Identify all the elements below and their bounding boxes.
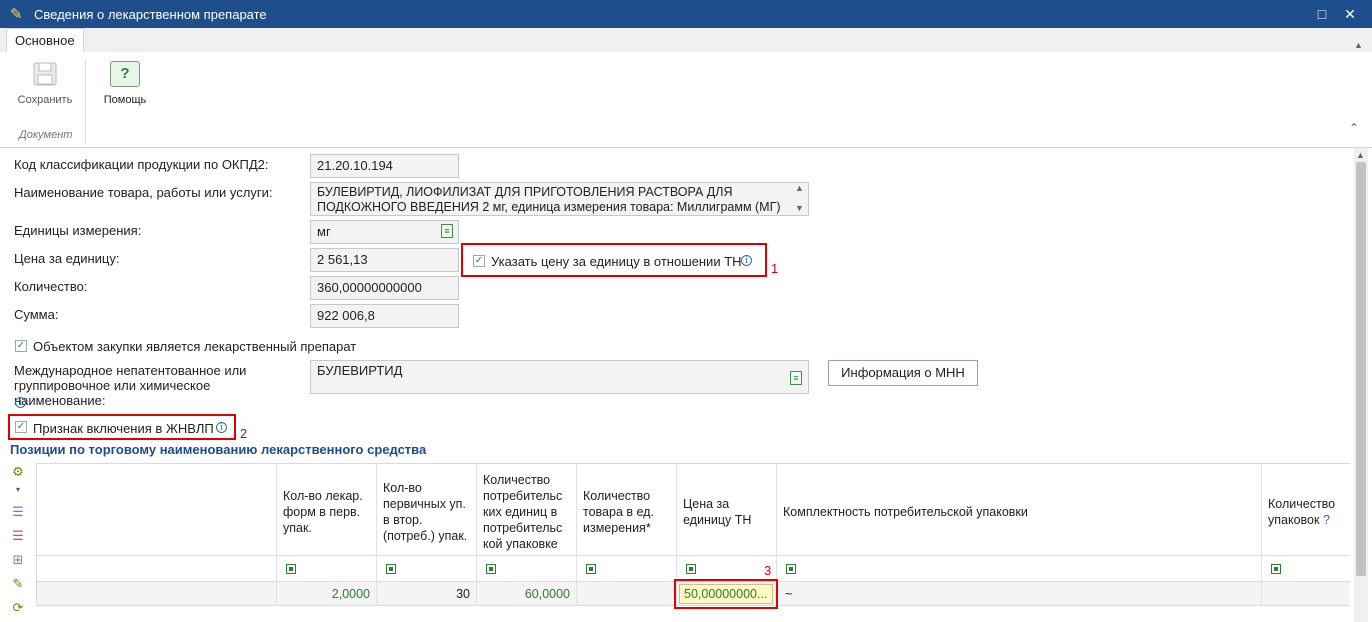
- help-button[interactable]: ? Помощь: [96, 58, 154, 110]
- info-icon[interactable]: i: [741, 255, 752, 266]
- cell-completeness[interactable]: ~: [785, 583, 792, 605]
- cell-primary-packs[interactable]: 30: [377, 583, 476, 605]
- is-drug-checkbox[interactable]: ✓: [15, 340, 27, 352]
- zhnvlp-checkbox-label: Признак включения в ЖНВЛП: [33, 421, 214, 436]
- refresh-icon[interactable]: ⟳: [9, 600, 27, 616]
- price-field[interactable]: 2 561,13: [310, 248, 459, 272]
- help-question-icon[interactable]: ?: [1323, 513, 1330, 527]
- cell-consumer-units[interactable]: 60,0000: [477, 583, 576, 605]
- filter-checkbox[interactable]: [286, 564, 296, 574]
- mnn-label: Международное непатентованное или группи…: [14, 363, 247, 408]
- unit-field[interactable]: мг: [310, 220, 459, 244]
- ribbon-collapse-icon[interactable]: ⌃: [1349, 121, 1359, 135]
- close-button[interactable]: ✕: [1340, 4, 1360, 24]
- settings-gear-icon[interactable]: ⚙: [9, 464, 27, 480]
- window-title: Сведения о лекарственном препарате: [34, 7, 267, 22]
- col-header-price-per-tn[interactable]: Цена за единицу ТН: [677, 496, 776, 528]
- table-icon[interactable]: ⊞: [9, 552, 27, 568]
- marker-2: 2: [240, 426, 248, 441]
- marker-1: 1: [771, 261, 779, 276]
- zhnvlp-checkbox[interactable]: ✓: [15, 421, 27, 433]
- col-header-packs-count[interactable]: Количество упаковок ?: [1262, 496, 1350, 528]
- group-document-label: Документ: [19, 129, 73, 141]
- maximize-button[interactable]: □: [1312, 4, 1332, 24]
- grid-col-divider: [1261, 464, 1262, 606]
- help-icon: ?: [110, 61, 140, 87]
- ribbon-separator: [85, 60, 86, 145]
- ribbon-panel: [0, 52, 1372, 148]
- highlight-box-3: [674, 579, 778, 609]
- mnn-info-button[interactable]: Информация о МНН: [828, 360, 978, 386]
- scrollbar-thumb[interactable]: [1356, 162, 1366, 576]
- col-header-primary-packs[interactable]: Кол-во первичных уп. в втор. (потреб.) у…: [377, 480, 476, 544]
- filter-checkbox[interactable]: [786, 564, 796, 574]
- filter-checkbox[interactable]: [486, 564, 496, 574]
- save-button[interactable]: Сохранить: [14, 58, 76, 110]
- tab-main[interactable]: Основное: [6, 28, 84, 53]
- cell-forms-per-pack[interactable]: 2,0000: [277, 583, 376, 605]
- quantity-label: Количество:: [14, 279, 88, 294]
- ribbon-tab-strip: [0, 28, 1372, 53]
- chevron-down-icon[interactable]: ▾: [9, 482, 27, 498]
- price-tn-checkbox[interactable]: ✓: [473, 255, 485, 267]
- name-label: Наименование товара, работы или услуги:: [14, 185, 273, 200]
- quantity-field[interactable]: 360,00000000000: [310, 276, 459, 300]
- filter-checkbox[interactable]: [586, 564, 596, 574]
- name-field[interactable]: БУЛЕВИРТИД, ЛИОФИЛИЗАТ ДЛЯ ПРИГОТОВЛЕНИЯ…: [310, 182, 809, 216]
- scroll-down-icon[interactable]: ▼: [795, 203, 804, 213]
- grid-toolbar: ⚙ ▾ ☰ ☰ ⊞ ✎ ⟳: [5, 462, 31, 622]
- marker-3: 3: [764, 563, 772, 578]
- add-row-icon[interactable]: ☰: [9, 504, 27, 520]
- scrollbar-up-icon[interactable]: ▲: [1356, 150, 1365, 160]
- unit-label: Единицы измерения:: [14, 223, 142, 238]
- save-label: Сохранить: [17, 94, 73, 106]
- window-titlebar: ✎ Сведения о лекарственном препарате □ ✕: [0, 0, 1372, 28]
- edit-pencil-icon[interactable]: ✎: [9, 576, 27, 592]
- col-header-completeness[interactable]: Комплектность потребительской упаковки: [777, 504, 1257, 520]
- filter-checkbox[interactable]: [386, 564, 396, 574]
- filter-checkbox[interactable]: [1271, 564, 1281, 574]
- help-label: Помощь: [103, 94, 147, 106]
- price-label: Цена за единицу:: [14, 251, 120, 266]
- pencil-icon: ✎: [10, 6, 23, 23]
- okpd2-label: Код классификации продукции по ОКПД2:: [14, 157, 269, 172]
- filter-checkbox[interactable]: [686, 564, 696, 574]
- list-picker-icon[interactable]: ≡: [790, 371, 802, 385]
- info-icon[interactable]: i: [216, 422, 227, 433]
- mnn-field[interactable]: БУЛЕВИРТИД: [310, 360, 809, 394]
- info-icon[interactable]: i: [15, 397, 26, 408]
- sum-label: Сумма:: [14, 307, 59, 322]
- price-tn-checkbox-label: Указать цену за единицу в отношении ТН: [491, 254, 742, 269]
- floppy-disk-icon: [33, 62, 57, 86]
- list-picker-icon[interactable]: ≡: [441, 224, 453, 238]
- col-header-qty-in-units[interactable]: Количество товара в ед. измерения*: [577, 488, 676, 536]
- is-drug-checkbox-label: Объектом закупки является лекарственный …: [33, 339, 357, 354]
- grid-section-title: Позиции по торговому наименованию лекарс…: [10, 442, 427, 457]
- ribbon-scroll-up-icon[interactable]: ▲: [1354, 40, 1363, 50]
- delete-row-icon[interactable]: ☰: [9, 528, 27, 544]
- col-header-forms-per-pack[interactable]: Кол-во лекар. форм в перв. упак.: [277, 488, 376, 536]
- col-header-consumer-units[interactable]: Количество потребительс ких единиц в пот…: [477, 472, 576, 552]
- scroll-up-icon[interactable]: ▲: [795, 183, 804, 193]
- sum-field[interactable]: 922 006,8: [310, 304, 459, 328]
- okpd2-field[interactable]: 21.20.10.194: [310, 154, 459, 178]
